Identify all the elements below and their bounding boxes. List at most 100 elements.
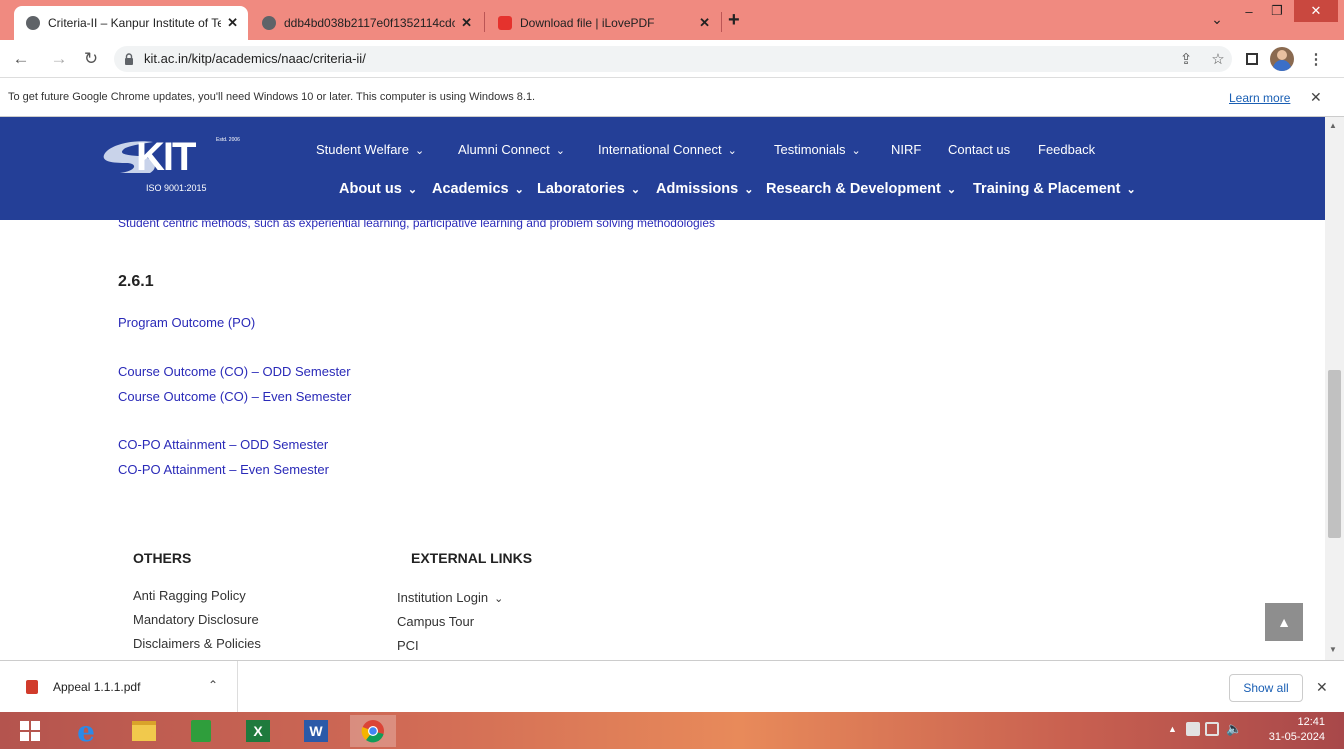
close-window-button[interactable]: ✕ [1294, 0, 1338, 22]
share-icon[interactable]: ⇪ [1176, 49, 1196, 69]
nav-research-development[interactable]: Research & Development ⌄ [766, 181, 956, 197]
nav-nirf[interactable]: NIRF [891, 142, 921, 157]
show-all-button[interactable]: Show all [1229, 674, 1303, 702]
menu-kebab-icon[interactable]: ⋮ [1306, 49, 1326, 69]
back-arrow-icon[interactable]: ← [10, 48, 32, 70]
forward-arrow-icon[interactable]: → [48, 48, 70, 70]
file-explorer-icon[interactable] [124, 715, 164, 747]
page-content: Student centric methods, such as experie… [0, 220, 1325, 660]
lock-icon[interactable] [124, 53, 134, 65]
nav-student-welfare[interactable]: Student Welfare ⌄ [316, 142, 424, 157]
logo-text: KIT [136, 135, 196, 179]
reload-icon[interactable]: ↻ [80, 48, 102, 70]
nav-training-placement[interactable]: Training & Placement ⌄ [973, 181, 1136, 197]
new-tab-button[interactable]: + [728, 9, 740, 32]
store-icon[interactable] [181, 715, 221, 747]
chevron-down-icon: ⌄ [744, 184, 754, 196]
globe-icon [262, 16, 276, 30]
tab-title: Criteria-II – Kanpur Institute of Te [48, 16, 222, 30]
scroll-up-arrow-icon[interactable]: ▲ [1329, 121, 1337, 130]
chevron-down-icon: ⌄ [851, 145, 861, 157]
content-link-copo-even[interactable]: CO-PO Attainment – Even Semester [118, 462, 329, 477]
tab-close-icon[interactable]: ✕ [699, 15, 710, 31]
content-link-co-even[interactable]: Course Outcome (CO) – Even Semester [118, 389, 351, 404]
chevron-down-icon: ⌄ [727, 145, 737, 157]
tray-network-icon[interactable] [1205, 722, 1219, 736]
tab-close-icon[interactable]: ✕ [227, 15, 238, 31]
download-filename: Appeal 1.1.1.pdf [53, 680, 141, 694]
avatar[interactable] [1270, 47, 1294, 71]
taskbar-clock[interactable]: 12:41 31-05-2024 [1265, 715, 1325, 745]
scrollbar-thumb[interactable] [1328, 370, 1341, 538]
nav-admissions[interactable]: Admissions ⌄ [656, 181, 753, 197]
nav-label: NIRF [891, 142, 922, 157]
bookmark-star-icon[interactable]: ☆ [1208, 49, 1228, 69]
downloads-bar: Appeal 1.1.1.pdf ⌃ Show all ✕ [0, 660, 1344, 713]
content-link-co-odd[interactable]: Course Outcome (CO) – ODD Semester [118, 364, 351, 379]
side-panel-icon[interactable] [1242, 49, 1262, 69]
restore-button[interactable]: ❐ [1264, 0, 1290, 22]
learn-more-link[interactable]: Learn more [1229, 91, 1290, 105]
nav-label: Testimonials [774, 142, 846, 157]
downloads-close-button[interactable]: ✕ [1316, 679, 1328, 696]
chevron-down-icon: ⌄ [630, 184, 641, 196]
nav-academics[interactable]: Academics ⌄ [432, 181, 524, 197]
internet-explorer-icon[interactable]: e [66, 715, 106, 748]
footer-link-institution-login[interactable]: Institution Login ⌄ [397, 590, 503, 605]
tray-expand-icon[interactable]: ▲ [1168, 724, 1177, 734]
address-bar[interactable]: kit.ac.in/kitp/academics/naac/criteria-i… [114, 46, 1232, 72]
footer-link-campus-tour[interactable]: Campus Tour [397, 614, 474, 629]
footer-link-label: Institution Login [397, 590, 489, 605]
nav-contact-us[interactable]: Contact us [948, 142, 1010, 157]
tray-flag-icon[interactable] [1186, 722, 1200, 736]
excel-icon[interactable]: X [238, 715, 278, 747]
site-header: KIT Estd. 2006 ISO 9001:2015 Student Wel… [0, 117, 1325, 220]
nav-feedback[interactable]: Feedback [1038, 142, 1095, 157]
scroll-to-top-button[interactable]: ▲ [1265, 603, 1303, 641]
tab-title: Download file | iLovePDF [520, 16, 655, 30]
kit-logo[interactable]: KIT Estd. 2006 ISO 9001:2015 [98, 135, 248, 195]
infobar-close-button[interactable]: ✕ [1310, 89, 1322, 106]
nav-label: About us [339, 181, 402, 197]
tab-ddb4bd[interactable]: ddb4bd038b2117e0f1352114cdc ✕ [250, 6, 482, 40]
minimize-button[interactable]: – [1236, 0, 1262, 22]
content-link-copo-odd[interactable]: CO-PO Attainment – ODD Semester [118, 437, 328, 452]
nav-international-connect[interactable]: International Connect ⌄ [598, 142, 737, 157]
windows-taskbar: e X W ▲ 🔈 12:41 31-05-2024 [0, 712, 1344, 749]
footer-link-pci[interactable]: PCI [397, 638, 419, 653]
nav-label: Student Welfare [316, 142, 409, 157]
browser-toolbar: ← → ↻ kit.ac.in/kitp/academics/naac/crit… [0, 40, 1344, 78]
content-link-program-outcome[interactable]: Program Outcome (PO) [118, 315, 255, 330]
nav-label: Research & Development [766, 181, 941, 197]
scroll-down-arrow-icon[interactable]: ▼ [1329, 645, 1337, 654]
tab-ilovepdf[interactable]: Download file | iLovePDF ✕ [486, 6, 720, 40]
tab-search-button[interactable]: ⌄ [1206, 8, 1228, 30]
download-item[interactable]: Appeal 1.1.1.pdf ⌃ [8, 661, 238, 713]
tab-close-icon[interactable]: ✕ [461, 15, 472, 31]
word-icon[interactable]: W [296, 715, 336, 747]
windows-start-icon[interactable] [10, 715, 50, 747]
nav-alumni-connect[interactable]: Alumni Connect ⌄ [458, 142, 565, 157]
nav-laboratories[interactable]: Laboratories ⌄ [537, 181, 640, 197]
nav-testimonials[interactable]: Testimonials ⌄ [774, 142, 861, 157]
nav-label: Alumni Connect [458, 142, 550, 157]
nav-about-us[interactable]: About us ⌄ [339, 181, 417, 197]
tray-volume-icon[interactable]: 🔈 [1226, 721, 1242, 737]
tab-criteria-ii[interactable]: Criteria-II – Kanpur Institute of Te ✕ [14, 6, 248, 40]
chrome-taskbar-icon[interactable] [350, 715, 396, 747]
footer-link-anti-ragging[interactable]: Anti Ragging Policy [133, 588, 246, 603]
logo-est: Estd. 2006 [216, 137, 240, 143]
chevron-up-icon: ▲ [1277, 614, 1291, 630]
content-link-student-centric[interactable]: Student centric methods, such as experie… [118, 220, 715, 230]
chevron-down-icon: ⌄ [514, 184, 524, 196]
globe-icon [26, 16, 40, 30]
chevron-down-icon: ⌄ [407, 184, 418, 196]
footer-link-mandatory-disclosure[interactable]: Mandatory Disclosure [133, 612, 259, 627]
chevron-up-icon[interactable]: ⌃ [208, 678, 218, 692]
page-scrollbar[interactable]: ▲ ▼ [1325, 117, 1344, 660]
footer-link-disclaimers[interactable]: Disclaimers & Policies [133, 636, 261, 651]
nav-label: Admissions [656, 181, 739, 197]
section-heading: 2.6.1 [118, 273, 154, 290]
tab-separator [721, 12, 722, 32]
nav-label: International Connect [598, 142, 722, 157]
